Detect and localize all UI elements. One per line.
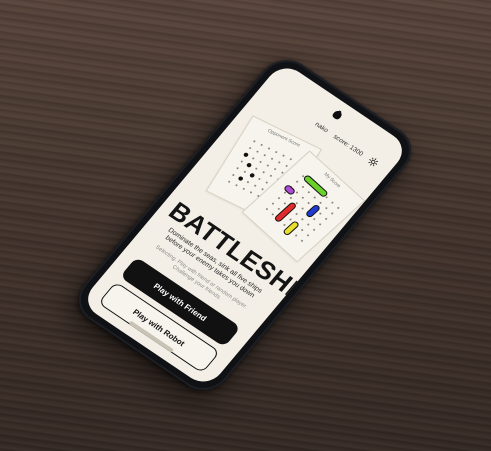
anchor-icon xyxy=(332,110,342,120)
ship-purple xyxy=(284,185,295,195)
score-label: score: xyxy=(332,132,352,149)
ship-blue xyxy=(306,204,320,218)
score: score: 1300 xyxy=(332,133,365,157)
ship-yellow xyxy=(283,221,299,235)
score-value: 1300 xyxy=(348,143,365,158)
phone-device: nako score: 1300 Opponent Score My Score… xyxy=(67,50,423,400)
phone-frame: nako score: 1300 Opponent Score My Score… xyxy=(67,50,423,400)
phone-screen: nako score: 1300 Opponent Score My Score… xyxy=(79,61,411,389)
username: nako xyxy=(313,120,330,134)
ship-red xyxy=(274,202,296,222)
gear-icon[interactable] xyxy=(366,155,381,168)
wood-table-background: nako score: 1300 Opponent Score My Score… xyxy=(0,0,491,451)
ship-green xyxy=(303,175,328,197)
status-spacer xyxy=(273,94,309,119)
